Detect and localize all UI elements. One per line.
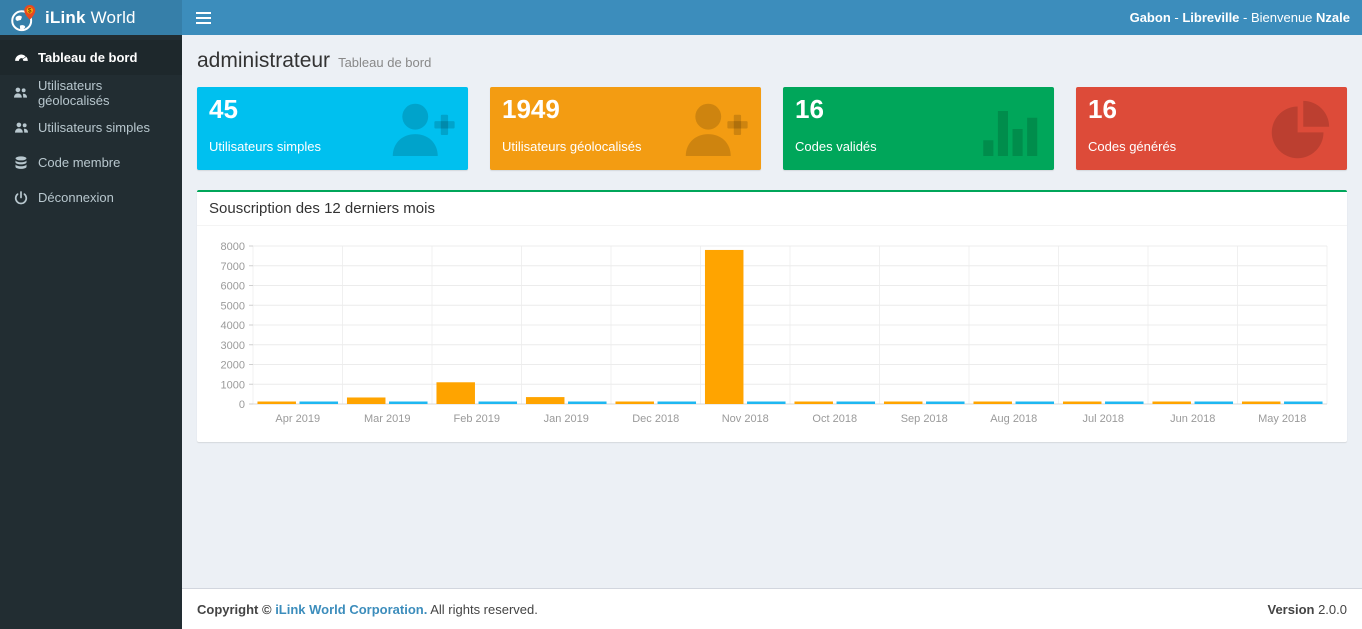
svg-text:7000: 7000 bbox=[221, 261, 245, 273]
greeting-country: Gabon bbox=[1130, 10, 1171, 25]
svg-text:Oct 2018: Oct 2018 bbox=[812, 413, 857, 425]
svg-text:5000: 5000 bbox=[221, 300, 245, 312]
sidebar-item-utilisateurs-geolocalises[interactable]: Utilisateurs géolocalisés bbox=[0, 75, 182, 110]
page-header: administrateur Tableau de bord bbox=[197, 49, 1347, 73]
svg-text:1000: 1000 bbox=[221, 379, 245, 391]
brand-logo-area[interactable]: $ iLink World bbox=[0, 0, 182, 35]
svg-text:Jul 2018: Jul 2018 bbox=[1082, 413, 1124, 425]
svg-text:Jan 2019: Jan 2019 bbox=[544, 413, 589, 425]
stat-card-utilisateurs-geolocalises: 1949 Utilisateurs géolocalisés bbox=[490, 87, 761, 170]
rights-text: All rights reserved. bbox=[427, 602, 538, 617]
brand-name-light: World bbox=[91, 8, 136, 27]
pie-chart-icon bbox=[1265, 97, 1337, 161]
svg-text:Dec 2018: Dec 2018 bbox=[632, 413, 679, 425]
subscription-chart: 0 1000 2000 3000 4000 5000 6000 7000 8000 Apr 201… bbox=[207, 236, 1337, 432]
panel-body: 0 1000 2000 3000 4000 5000 6000 7000 8000 Apr 201… bbox=[197, 226, 1347, 442]
panel-title: Souscription des 12 derniers mois bbox=[209, 200, 435, 217]
svg-text:Apr 2019: Apr 2019 bbox=[275, 413, 320, 425]
sidebar: Tableau de bord Utilisateurs géolocalisé… bbox=[0, 35, 182, 629]
panel-header: Souscription des 12 derniers mois bbox=[197, 192, 1347, 226]
svg-text:4000: 4000 bbox=[221, 320, 245, 332]
user-greeting: Gabon - Libreville - Bienvenue Nzale bbox=[1130, 10, 1362, 25]
stat-card-codes-generes: 16 Codes générés bbox=[1076, 87, 1347, 170]
svg-text:Jun 2018: Jun 2018 bbox=[1170, 413, 1215, 425]
hamburger-icon bbox=[196, 22, 211, 24]
database-icon bbox=[13, 156, 29, 170]
greeting-username: Nzale bbox=[1316, 10, 1350, 25]
bar-chart-icon bbox=[972, 97, 1044, 161]
sidebar-item-label: Utilisateurs simples bbox=[38, 120, 150, 135]
user-plus-icon bbox=[679, 97, 751, 161]
brand-name-bold: iLink bbox=[45, 8, 86, 27]
greeting-separator: - bbox=[1239, 10, 1251, 25]
sidebar-item-deconnexion[interactable]: Déconnexion bbox=[0, 180, 182, 215]
greeting-welcome: Bienvenue bbox=[1251, 10, 1316, 25]
svg-text:May 2018: May 2018 bbox=[1258, 413, 1306, 425]
copyright-text: Copyright © iLink World Corporation. All… bbox=[197, 602, 538, 617]
sidebar-item-label: Utilisateurs géolocalisés bbox=[38, 78, 177, 108]
stat-cards-row: 45 Utilisateurs simples 1949 Utilisateur… bbox=[197, 87, 1347, 170]
stat-card-codes-valides: 16 Codes validés bbox=[783, 87, 1054, 170]
sidebar-item-label: Tableau de bord bbox=[38, 50, 137, 65]
version-value: 2.0.0 bbox=[1318, 602, 1347, 617]
svg-text:Mar 2019: Mar 2019 bbox=[364, 413, 410, 425]
sidebar-item-label: Déconnexion bbox=[38, 190, 114, 205]
hamburger-icon bbox=[196, 12, 211, 14]
greeting-separator: - bbox=[1171, 10, 1183, 25]
user-plus-icon bbox=[386, 97, 458, 161]
svg-text:0: 0 bbox=[239, 399, 245, 411]
app-window: $ iLink World Gabon - Libreville - Bienv… bbox=[0, 0, 1362, 629]
sidebar-item-utilisateurs-simples[interactable]: Utilisateurs simples bbox=[0, 110, 182, 145]
version-label: Version bbox=[1268, 602, 1319, 617]
users-icon bbox=[13, 121, 29, 134]
svg-text:Nov 2018: Nov 2018 bbox=[722, 413, 769, 425]
ilink-globe-logo-icon: $ bbox=[10, 3, 37, 33]
stat-card-utilisateurs-simples: 45 Utilisateurs simples bbox=[197, 87, 468, 170]
sidebar-item-tableau-de-bord[interactable]: Tableau de bord bbox=[0, 40, 182, 75]
hamburger-icon bbox=[196, 17, 211, 19]
top-bar: $ iLink World Gabon - Libreville - Bienv… bbox=[0, 0, 1362, 35]
page-title: administrateur bbox=[197, 49, 330, 72]
sidebar-item-code-membre[interactable]: Code membre bbox=[0, 145, 182, 180]
navbar: Gabon - Libreville - Bienvenue Nzale bbox=[182, 0, 1362, 35]
copyright-prefix: Copyright © bbox=[197, 602, 275, 617]
power-icon bbox=[13, 191, 29, 205]
svg-text:Aug 2018: Aug 2018 bbox=[990, 413, 1037, 425]
svg-text:6000: 6000 bbox=[221, 281, 245, 293]
svg-text:$: $ bbox=[28, 7, 32, 14]
users-icon bbox=[13, 86, 29, 99]
svg-text:Sep 2018: Sep 2018 bbox=[901, 413, 948, 425]
footer: Copyright © iLink World Corporation. All… bbox=[182, 588, 1362, 629]
greeting-city: Libreville bbox=[1182, 10, 1239, 25]
svg-text:8000: 8000 bbox=[221, 241, 245, 253]
breadcrumb: Tableau de bord bbox=[338, 55, 431, 70]
brand-name: iLink World bbox=[45, 8, 136, 28]
svg-text:Feb 2019: Feb 2019 bbox=[454, 413, 500, 425]
dashboard-icon bbox=[13, 51, 29, 65]
version-text: Version 2.0.0 bbox=[1268, 602, 1348, 617]
svg-text:2000: 2000 bbox=[221, 360, 245, 372]
subscription-panel: Souscription des 12 derniers mois 0 1000 2… bbox=[197, 190, 1347, 442]
content-area: administrateur Tableau de bord 45 Utilisa… bbox=[182, 35, 1362, 588]
sidebar-item-label: Code membre bbox=[38, 155, 120, 170]
svg-text:3000: 3000 bbox=[221, 340, 245, 352]
company-link[interactable]: iLink World Corporation. bbox=[275, 602, 427, 617]
sidebar-toggle-button[interactable] bbox=[182, 0, 224, 35]
